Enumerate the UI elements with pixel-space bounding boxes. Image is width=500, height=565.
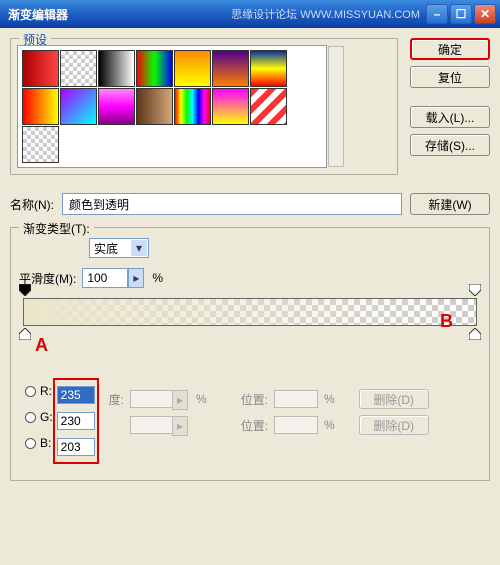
- close-button[interactable]: ✕: [474, 4, 496, 24]
- preset-swatch[interactable]: [136, 88, 173, 125]
- pos-label-2: 位置:: [241, 417, 268, 434]
- preset-swatch[interactable]: [98, 88, 135, 125]
- color-stop-right[interactable]: [469, 328, 481, 340]
- preset-swatch[interactable]: [60, 88, 97, 125]
- presets-scrollbar[interactable]: [328, 46, 344, 167]
- preset-swatch[interactable]: [212, 88, 249, 125]
- color-input-disabled: [130, 416, 174, 434]
- presets-panel: 预设: [10, 38, 398, 175]
- position-input-disabled-1: [274, 390, 318, 408]
- gradient-bar[interactable]: [23, 298, 477, 326]
- play-icon[interactable]: ▸: [128, 268, 144, 288]
- reset-button[interactable]: 复位: [410, 66, 490, 88]
- maximize-button[interactable]: ☐: [450, 4, 472, 24]
- g-radio[interactable]: [25, 412, 36, 423]
- preset-swatch[interactable]: [250, 88, 287, 125]
- gradient-settings-panel: 渐变类型(T): 实底 ▾ 平滑度(M): 100 ▸ %: [10, 227, 490, 481]
- ok-button[interactable]: 确定: [410, 38, 490, 60]
- delete-button-2: 删除(D): [359, 415, 429, 435]
- minimize-button[interactable]: –: [426, 4, 448, 24]
- new-button[interactable]: 新建(W): [410, 193, 490, 215]
- color-stop-left[interactable]: [19, 328, 31, 340]
- preset-swatch[interactable]: [60, 50, 97, 87]
- rgb-values-block: [53, 378, 99, 464]
- opacity-stop-right[interactable]: [469, 284, 481, 296]
- b-label: B:: [40, 436, 51, 450]
- chevron-down-icon: ▾: [131, 240, 147, 256]
- r-input[interactable]: [57, 386, 95, 404]
- marker-b: B: [440, 311, 453, 332]
- marker-a: A: [35, 335, 48, 356]
- preset-swatch[interactable]: [174, 88, 211, 125]
- smoothness-input[interactable]: 100 ▸: [82, 268, 128, 288]
- preset-swatch[interactable]: [22, 88, 59, 125]
- type-select[interactable]: 实底 ▾: [89, 238, 149, 258]
- g-label: G:: [40, 410, 53, 424]
- delete-button-1: 删除(D): [359, 389, 429, 409]
- stops-area: R: G: B:: [19, 374, 481, 468]
- type-value: 实底: [94, 240, 118, 257]
- b-radio[interactable]: [25, 438, 36, 449]
- load-button[interactable]: 载入(L)...: [410, 106, 490, 128]
- preset-swatch[interactable]: [174, 50, 211, 87]
- opacity-stop-left[interactable]: [19, 284, 31, 296]
- opacity-input-disabled: [130, 390, 174, 408]
- pos-label-1: 位置:: [241, 391, 268, 408]
- watermark-text: 思缘设计论坛 WWW.MISSYUAN.COM: [231, 6, 420, 22]
- preset-swatch[interactable]: [22, 50, 59, 87]
- r-radio[interactable]: [25, 386, 36, 397]
- preset-swatch[interactable]: [212, 50, 249, 87]
- r-label: R:: [40, 384, 52, 398]
- percent-label: %: [152, 271, 163, 285]
- save-button[interactable]: 存储(S)...: [410, 134, 490, 156]
- type-label: 渐变类型(T):: [19, 220, 94, 237]
- position-input-disabled-2: [274, 416, 318, 434]
- opacity-short-label: 度:: [109, 391, 124, 408]
- gradient-bar-area: A B: [23, 298, 477, 326]
- name-label: 名称(N):: [10, 196, 54, 213]
- presets-grid: [17, 45, 327, 168]
- preset-swatch[interactable]: [98, 50, 135, 87]
- window-title: 渐变编辑器: [4, 6, 231, 23]
- preset-swatch[interactable]: [250, 50, 287, 87]
- g-input[interactable]: [57, 412, 95, 430]
- preset-swatch[interactable]: [136, 50, 173, 87]
- preset-swatch[interactable]: [22, 126, 59, 163]
- titlebar[interactable]: 渐变编辑器 思缘设计论坛 WWW.MISSYUAN.COM – ☐ ✕: [0, 0, 500, 28]
- name-input[interactable]: [62, 193, 402, 215]
- b-input[interactable]: [57, 438, 95, 456]
